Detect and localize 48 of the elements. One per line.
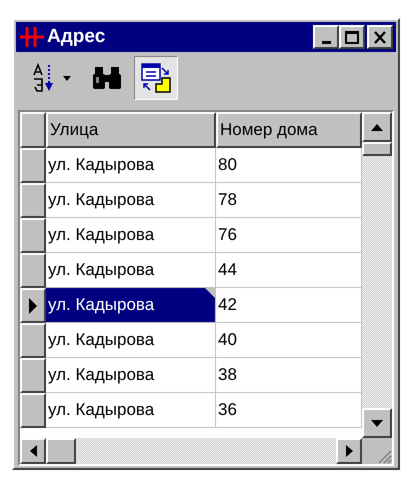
- toolbar-button[interactable]: [134, 56, 178, 100]
- right-arrow-icon: [346, 445, 352, 457]
- table-cell: 78: [216, 183, 362, 218]
- table-cell: 80: [216, 148, 362, 183]
- row-indicator[interactable]: [20, 358, 46, 393]
- table-cell: 40: [216, 323, 362, 358]
- table-cell: 38: [216, 358, 362, 393]
- scroll-right-button[interactable]: [336, 438, 362, 464]
- minimize-button[interactable]: [313, 25, 339, 49]
- left-arrow-icon: [30, 445, 36, 457]
- table-cell: ул. Кадырова: [46, 148, 216, 183]
- maximize-button[interactable]: [339, 25, 365, 49]
- scroll-left-button[interactable]: [20, 438, 46, 464]
- close-button[interactable]: [367, 25, 393, 49]
- scroll-down-button[interactable]: [362, 408, 392, 438]
- table-cell: ул. Кадырова: [46, 218, 216, 253]
- app-icon: [19, 25, 45, 49]
- scroll-thumb[interactable]: [362, 142, 392, 156]
- row-indicator[interactable]: [20, 148, 46, 183]
- table-cell: 44: [216, 253, 362, 288]
- horizontal-scrollbar[interactable]: [20, 438, 362, 464]
- table-cell: ул. Кадырова: [46, 288, 216, 323]
- table-cell: ул. Кадырова: [46, 323, 216, 358]
- table-cell: ул. Кадырова: [46, 253, 216, 288]
- row-indicator[interactable]: [20, 253, 46, 288]
- row-indicator[interactable]: [20, 393, 46, 428]
- window-swap-icon: [140, 62, 172, 94]
- binoculars-icon: [92, 65, 122, 91]
- close-icon: [373, 30, 387, 44]
- window-title: Адрес: [47, 24, 106, 49]
- down-arrow-icon: [371, 420, 383, 426]
- table-cell: ул. Кадырова: [46, 183, 216, 218]
- table-cell: ул. Кадырова: [46, 393, 216, 428]
- table-cell: 76: [216, 218, 362, 253]
- table-cell: 36: [216, 393, 362, 428]
- current-row-icon: [29, 298, 37, 314]
- row-indicator[interactable]: [20, 218, 46, 253]
- table-cell: 42: [216, 288, 362, 323]
- column-header[interactable]: Улица: [46, 112, 216, 148]
- scroll-thumb[interactable]: [46, 438, 76, 464]
- row-indicator[interactable]: [20, 183, 46, 218]
- row-indicator[interactable]: [20, 288, 46, 323]
- up-arrow-icon: [371, 124, 383, 130]
- scroll-up-button[interactable]: [362, 112, 392, 142]
- table-cell: ул. Кадырова: [46, 358, 216, 393]
- row-indicator[interactable]: [20, 323, 46, 358]
- column-header[interactable]: Номер дома: [216, 112, 362, 148]
- vertical-scrollbar[interactable]: [362, 112, 392, 438]
